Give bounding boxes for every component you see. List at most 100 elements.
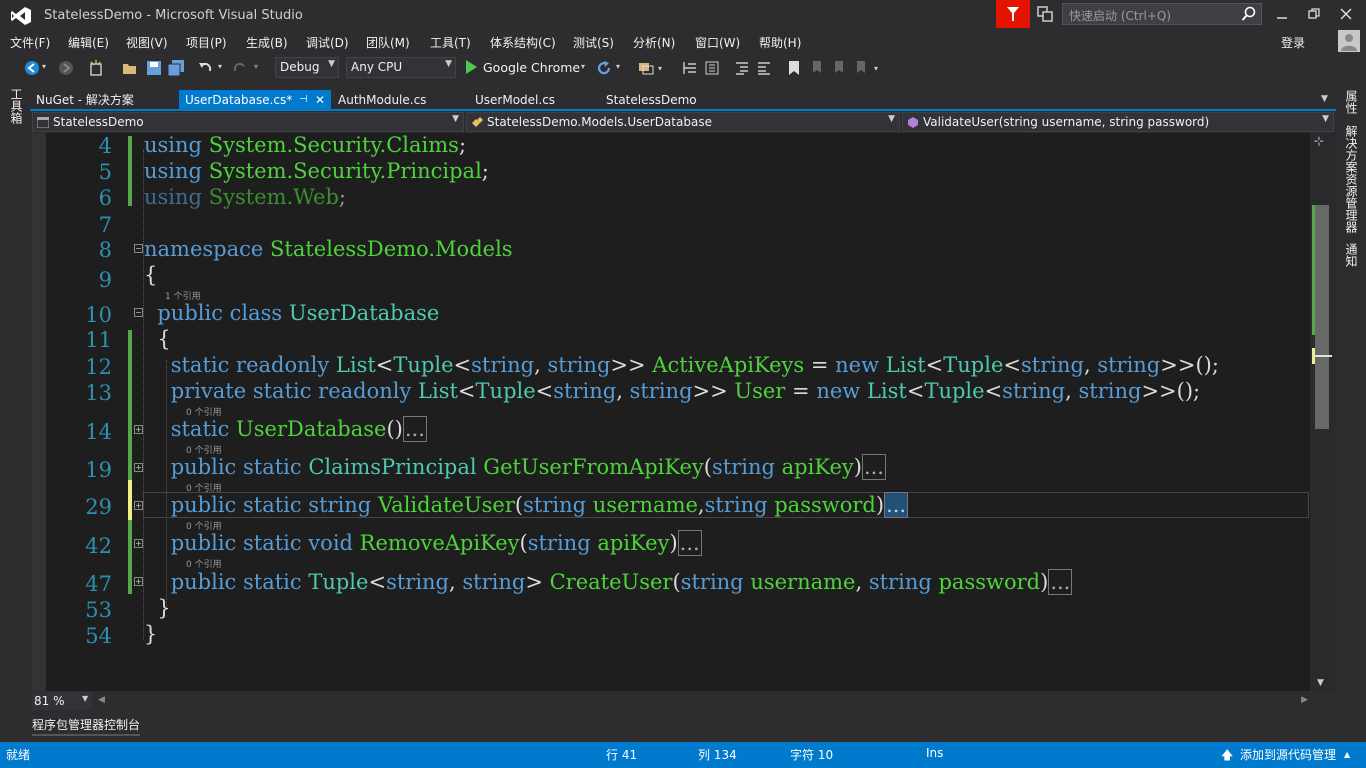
code-line[interactable]: public static string ValidateUser(string… — [144, 492, 909, 518]
outline-expand-toggle[interactable]: + — [134, 577, 143, 586]
minimize-button[interactable] — [1270, 4, 1294, 24]
solution-explorer-icon[interactable] — [704, 60, 720, 76]
refresh-browser-icon[interactable] — [596, 60, 612, 76]
menu-project[interactable]: 项目(P) — [186, 34, 227, 51]
solution-configuration-select[interactable]: Debug ▼ — [275, 57, 339, 78]
code-line[interactable]: using System.Security.Claims; — [144, 133, 466, 157]
code-line[interactable]: { — [144, 327, 170, 351]
next-bookmark-icon[interactable] — [830, 60, 846, 76]
menu-file[interactable]: 文件(F) — [10, 34, 50, 51]
menu-test[interactable]: 测试(S) — [573, 34, 614, 51]
menu-debug[interactable]: 调试(D) — [306, 34, 349, 51]
run-target-dropdown-icon[interactable]: ▾ — [581, 62, 585, 71]
type-navigation-select[interactable]: StatelessDemo.Models.UserDatabase ▼ — [466, 112, 900, 132]
menu-view[interactable]: 视图(V) — [126, 34, 168, 51]
bookmark-icon[interactable] — [786, 60, 802, 76]
collapsed-block[interactable]: ... — [402, 416, 427, 442]
glyph-margin[interactable] — [32, 133, 46, 691]
outline-collapse-toggle[interactable]: − — [134, 244, 143, 253]
outline-expand-toggle[interactable]: + — [134, 425, 143, 434]
code-line[interactable]: public static ClaimsPrincipal GetUserFro… — [144, 454, 886, 480]
close-tab-icon[interactable]: ✕ — [315, 90, 325, 110]
tab-statelessdemo[interactable]: StatelessDemo — [600, 90, 730, 110]
browser-link-dropdown-icon[interactable]: ▾ — [658, 64, 662, 73]
menu-architecture[interactable]: 体系结构(C) — [490, 34, 556, 51]
open-folder-icon[interactable] — [122, 60, 138, 76]
code-line[interactable]: } — [144, 622, 157, 646]
run-target-button[interactable]: Google Chrome — [483, 60, 580, 75]
code-line[interactable]: public static void RemoveApiKey(string a… — [144, 530, 702, 556]
code-editor[interactable] — [32, 133, 1310, 691]
redo-icon[interactable] — [232, 60, 248, 76]
quick-launch-input[interactable]: 快速启动 (Ctrl+Q) — [1062, 3, 1262, 25]
account-avatar-icon[interactable] — [1338, 30, 1360, 52]
code-line[interactable]: { — [144, 263, 157, 287]
code-line[interactable]: public class UserDatabase — [144, 301, 439, 325]
code-line[interactable]: private static readonly List<Tuple<strin… — [144, 379, 1200, 403]
add-to-source-control-button[interactable]: 添加到源代码管理 — [1240, 746, 1336, 763]
tab-usermodel[interactable]: UserModel.cs — [469, 90, 595, 110]
restore-button[interactable] — [1302, 4, 1326, 24]
refresh-dropdown-icon[interactable]: ▾ — [616, 62, 620, 71]
tab-overflow-dropdown-icon[interactable]: ▼ — [1321, 94, 1328, 104]
collapsed-block-selected[interactable]: ... — [884, 492, 909, 518]
pin-icon[interactable]: ⊣ — [299, 90, 308, 110]
clear-bookmarks-icon[interactable] — [852, 60, 868, 76]
collapsed-block[interactable]: ... — [1048, 569, 1073, 595]
code-line[interactable]: public static Tuple<string, string> Crea… — [144, 569, 1073, 595]
notifications-tab[interactable]: 通知 — [1343, 243, 1360, 267]
chevron-up-icon[interactable]: ▲ — [1344, 750, 1350, 759]
menu-tools[interactable]: 工具(T) — [430, 34, 471, 51]
collapsed-block[interactable]: ... — [677, 530, 702, 556]
scroll-down-arrow[interactable]: ▼ — [1317, 678, 1324, 688]
tab-nuget[interactable]: NuGet - 解决方案 — [30, 90, 178, 110]
step-into-icon[interactable] — [682, 60, 698, 76]
start-debugging-icon[interactable] — [464, 59, 478, 75]
toolbox-tab[interactable]: 工具箱 — [8, 88, 25, 124]
feedback-button[interactable] — [996, 0, 1030, 28]
menu-edit[interactable]: 编辑(E) — [68, 34, 109, 51]
undo-icon[interactable] — [197, 60, 213, 76]
outline-expand-toggle[interactable]: + — [134, 539, 143, 548]
code-line[interactable]: static readonly List<Tuple<string, strin… — [144, 353, 1219, 377]
undo-dropdown-icon[interactable]: ▾ — [218, 62, 222, 71]
code-line[interactable]: using System.Web; — [144, 185, 346, 209]
zoom-select[interactable]: 81 % ▼ — [32, 692, 92, 710]
outline-collapse-toggle[interactable]: − — [134, 308, 143, 317]
code-line[interactable]: } — [144, 596, 170, 620]
solution-platform-select[interactable]: Any CPU ▼ — [346, 57, 456, 78]
uncomment-lines-icon[interactable] — [756, 60, 772, 76]
menu-window[interactable]: 窗口(W) — [695, 34, 740, 51]
member-navigation-select[interactable]: ValidateUser(string username, string pas… — [902, 112, 1334, 132]
back-dropdown-icon[interactable]: ▾ — [42, 62, 46, 71]
menu-team[interactable]: 团队(M) — [366, 34, 410, 51]
code-line[interactable]: static UserDatabase()... — [144, 416, 427, 442]
outline-expand-toggle[interactable]: + — [134, 501, 143, 510]
collapsed-block[interactable]: ... — [861, 454, 886, 480]
menu-analyze[interactable]: 分析(N) — [633, 34, 675, 51]
scroll-right-arrow[interactable]: ▶ — [1301, 695, 1308, 705]
save-all-icon[interactable] — [168, 60, 184, 76]
forward-icon[interactable] — [58, 60, 74, 76]
sign-in-link[interactable]: 登录 — [1281, 34, 1305, 51]
package-manager-console-tab[interactable]: 程序包管理器控制台 — [32, 716, 140, 733]
toolbar-options-icon[interactable]: ▾ — [874, 64, 878, 73]
codelens-references[interactable]: 0 个引用 — [186, 557, 222, 570]
scrollbar-thumb[interactable] — [1315, 205, 1329, 429]
redo-dropdown-icon[interactable]: ▾ — [254, 62, 258, 71]
prev-bookmark-icon[interactable] — [808, 60, 824, 76]
browser-link-icon[interactable] — [638, 60, 654, 76]
project-navigation-select[interactable]: StatelessDemo ▼ — [32, 112, 464, 132]
split-window-icon[interactable]: ⊹ — [1314, 134, 1324, 148]
menu-help[interactable]: 帮助(H) — [759, 34, 801, 51]
scroll-left-arrow[interactable]: ◀ — [98, 695, 105, 705]
save-icon[interactable] — [146, 60, 162, 76]
tab-authmodule[interactable]: AuthModule.cs — [332, 90, 462, 110]
menu-build[interactable]: 生成(B) — [246, 34, 288, 51]
close-button[interactable] — [1334, 4, 1358, 24]
outline-expand-toggle[interactable]: + — [134, 463, 143, 472]
back-icon[interactable] — [24, 60, 40, 76]
notifications-icon[interactable] — [1036, 5, 1054, 23]
properties-tab[interactable]: 属性 — [1343, 90, 1360, 114]
code-line[interactable]: using System.Security.Principal; — [144, 159, 489, 183]
